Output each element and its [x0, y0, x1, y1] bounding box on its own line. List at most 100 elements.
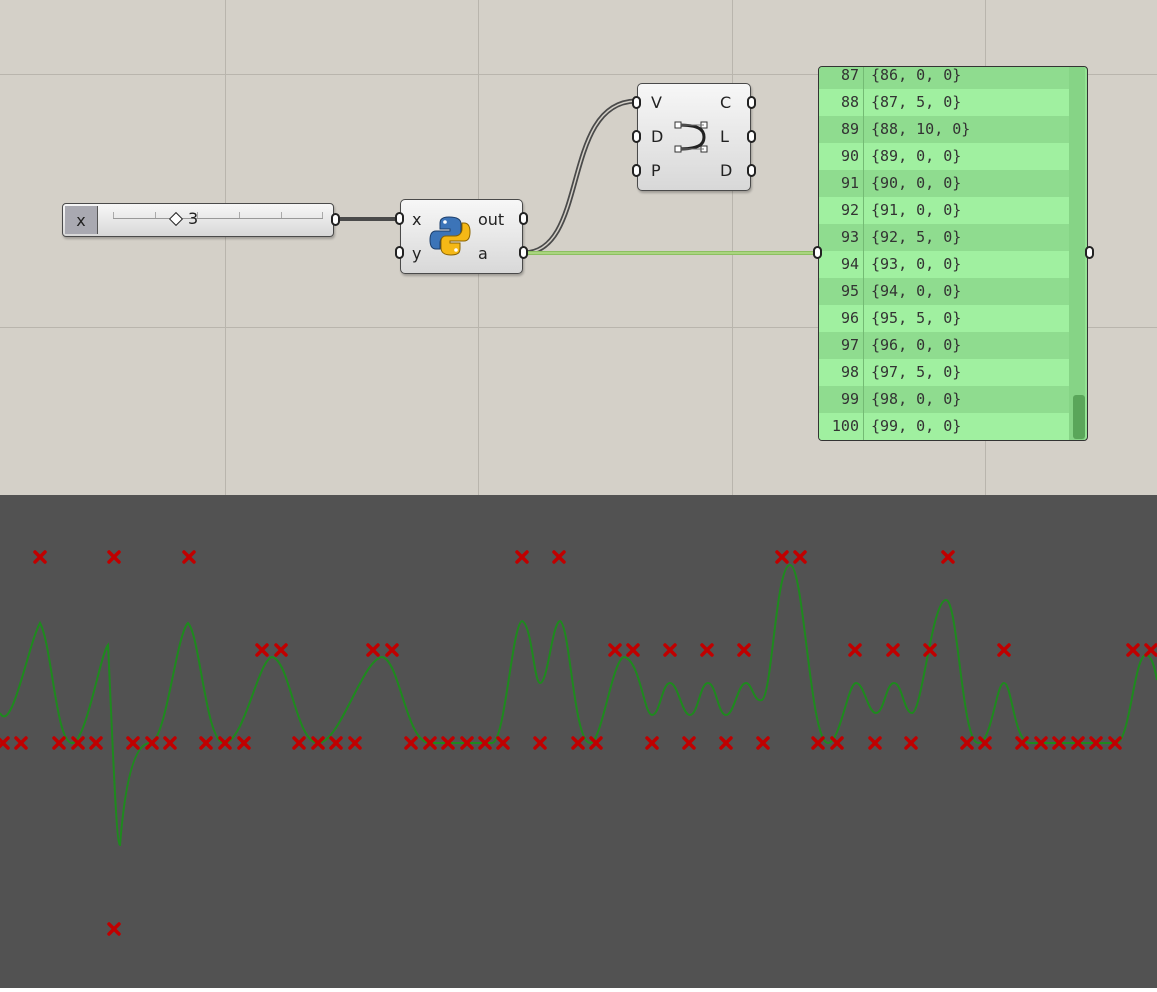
interpolate-curve-component[interactable]: V D P C L D — [632, 83, 756, 191]
panel-row: 100 {99, 0, 0} — [819, 413, 1085, 440]
panel-scrollbar-thumb[interactable] — [1073, 395, 1085, 439]
point-cross-icon — [329, 736, 343, 750]
curve-input-p: P — [651, 161, 661, 180]
input-grip-v[interactable] — [632, 96, 641, 109]
point-cross-icon — [33, 550, 47, 564]
viewport-geometry — [0, 550, 1157, 936]
point-cross-icon — [941, 550, 955, 564]
point-cross-icon — [163, 736, 177, 750]
panel-row-value: {95, 5, 0} — [871, 309, 962, 327]
point-cross-icon — [515, 550, 529, 564]
point-cross-icon — [682, 736, 696, 750]
panel-row-value: {89, 0, 0} — [871, 147, 962, 165]
point-cross-icon — [737, 643, 751, 657]
panel-row: 89 {88, 10, 0} — [819, 116, 1085, 143]
python-input-x: x — [412, 210, 422, 229]
point-cross-icon — [496, 736, 510, 750]
point-cross-icon — [1015, 736, 1029, 750]
panel-row: 87 {86, 0, 0} — [819, 67, 1085, 89]
output-grip-c[interactable] — [747, 96, 756, 109]
panel-row: 93 {92, 5, 0} — [819, 224, 1085, 251]
panel-scrollbar[interactable] — [1069, 67, 1085, 440]
point-cross-icon — [52, 736, 66, 750]
point-cross-icon — [552, 550, 566, 564]
panel-row-index: 98 — [840, 363, 859, 381]
curve-input-v: V — [651, 93, 662, 112]
panel-output-grip[interactable] — [1085, 246, 1094, 259]
point-cross-icon — [904, 736, 918, 750]
panel-row-index: 91 — [840, 174, 859, 192]
input-grip-p[interactable] — [632, 164, 641, 177]
point-cross-icon — [0, 736, 10, 750]
input-grip-y[interactable] — [395, 246, 404, 259]
panel-row-index: 92 — [840, 201, 859, 219]
point-cross-icon — [719, 736, 733, 750]
point-cross-icon — [886, 643, 900, 657]
curve-input-d: D — [651, 127, 664, 146]
grasshopper-canvas[interactable]: x 3 x y out a V D P C L D 87 {86, 0, 0} … — [0, 0, 1157, 495]
panel-row: 88 {87, 5, 0} — [819, 89, 1085, 116]
point-cross-icon — [255, 643, 269, 657]
point-cross-icon — [960, 736, 974, 750]
curve-icon — [674, 121, 708, 153]
input-grip-x[interactable] — [395, 212, 404, 225]
panel-row: 94 {93, 0, 0} — [819, 251, 1085, 278]
curve-output-d: D — [720, 161, 733, 180]
point-cross-icon — [1144, 643, 1157, 657]
panel-index-divider — [863, 67, 864, 440]
panel-row-index: 89 — [840, 120, 859, 138]
panel-row-index: 96 — [840, 309, 859, 327]
curve-output-c: C — [720, 93, 732, 112]
point-cross-icon — [756, 736, 770, 750]
point-cross-icon — [997, 643, 1011, 657]
point-cross-icon — [793, 550, 807, 564]
point-cross-icon — [107, 922, 121, 936]
panel-row-value: {96, 0, 0} — [871, 336, 962, 354]
panel-row: 99 {98, 0, 0} — [819, 386, 1085, 413]
output-grip-d[interactable] — [747, 164, 756, 177]
slider-knob[interactable] — [168, 211, 184, 227]
output-grip-out[interactable] — [519, 212, 528, 225]
panel-row: 91 {90, 0, 0} — [819, 170, 1085, 197]
point-cross-icon — [1126, 643, 1140, 657]
panel-input-grip[interactable] — [813, 246, 822, 259]
python-output-a: a — [478, 244, 488, 263]
slider-track[interactable] — [113, 218, 323, 219]
slider-tick — [113, 212, 114, 218]
point-cross-icon — [608, 643, 622, 657]
point-cross-icon — [199, 736, 213, 750]
panel-row-value: {87, 5, 0} — [871, 93, 962, 111]
output-grip-l[interactable] — [747, 130, 756, 143]
panel-row-value: {93, 0, 0} — [871, 255, 962, 273]
slider-tick — [239, 212, 240, 218]
point-cross-icon — [663, 643, 677, 657]
slider-tick — [155, 212, 156, 218]
input-grip-d[interactable] — [632, 130, 641, 143]
point-cross-icon — [107, 550, 121, 564]
point-cross-icon — [811, 736, 825, 750]
panel-row-value: {91, 0, 0} — [871, 201, 962, 219]
slider-name: x — [65, 206, 98, 234]
wire-python-to-curve — [522, 98, 638, 256]
data-panel[interactable]: 87 {86, 0, 0} 88 {87, 5, 0} 89 {88, 10, 0} 90 {… — [818, 66, 1088, 441]
point-cross-icon — [292, 736, 306, 750]
panel-row: 96 {95, 5, 0} — [819, 305, 1085, 332]
curve-output-l: L — [720, 127, 729, 146]
point-cross-icon — [571, 736, 585, 750]
point-cross-icon — [274, 643, 288, 657]
wire-python-to-curve-inner — [522, 100, 638, 254]
slider-output-grip[interactable] — [331, 213, 340, 226]
point-cross-icon — [126, 736, 140, 750]
rhino-viewport[interactable] — [0, 495, 1157, 988]
point-cross-icon — [868, 736, 882, 750]
point-cross-icon — [775, 550, 789, 564]
panel-row: 98 {97, 5, 0} — [819, 359, 1085, 386]
number-slider[interactable]: x 3 — [62, 203, 340, 237]
python-component[interactable]: x y out a — [395, 199, 528, 274]
point-cross-icon — [182, 550, 196, 564]
point-cross-icon — [848, 643, 862, 657]
output-grip-a[interactable] — [519, 246, 528, 259]
interpolated-curve — [0, 563, 1157, 847]
panel-row-value: {98, 0, 0} — [871, 390, 962, 408]
point-cross-icon — [533, 736, 547, 750]
